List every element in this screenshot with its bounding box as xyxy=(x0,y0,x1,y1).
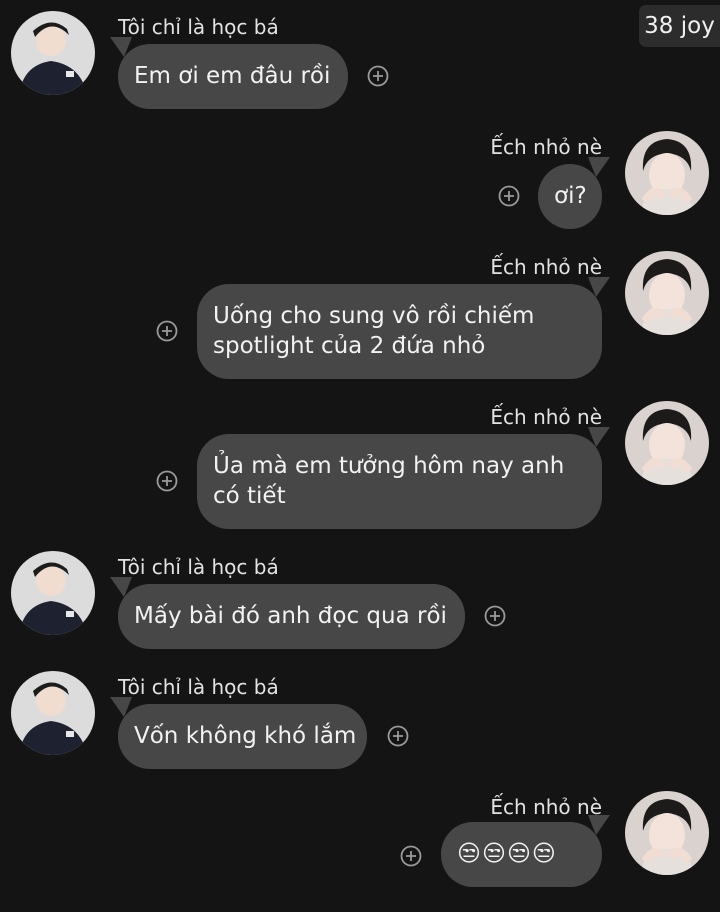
bubble-tail xyxy=(588,157,610,177)
avatar[interactable] xyxy=(625,131,709,215)
message-bubble[interactable]: 😒😒😒😒 xyxy=(441,815,610,887)
sender-name: Ếch nhỏ nè xyxy=(490,255,602,279)
message-row: Ếch nhỏ nè Ủa mà em tưởng hôm nay anh có… xyxy=(0,401,720,531)
sender-name: Ếch nhỏ nè xyxy=(490,405,602,429)
message-bubble[interactable]: ơi? xyxy=(538,157,610,229)
sender-name: Tôi chỉ là học bá xyxy=(118,555,279,579)
plus-circle-icon[interactable] xyxy=(400,845,422,867)
sender-name: Ếch nhỏ nè xyxy=(490,135,602,159)
message-row: Tôi chỉ là học bá Em ơi em đâu rồi xyxy=(0,0,720,112)
message-row: Ếch nhỏ nè ơi? xyxy=(0,131,720,231)
avatar[interactable] xyxy=(625,251,709,335)
message-text: Mấy bài đó anh đọc qua rồi xyxy=(134,603,447,629)
sender-name: Tôi chỉ là học bá xyxy=(118,15,279,39)
bubble-tail xyxy=(588,427,610,447)
avatar[interactable] xyxy=(625,791,709,875)
sender-name: Ếch nhỏ nè xyxy=(490,795,602,819)
plus-circle-icon[interactable] xyxy=(498,185,520,207)
plus-circle-icon[interactable] xyxy=(367,65,389,87)
bubble-tail xyxy=(110,577,132,597)
bubble-tail xyxy=(588,277,610,297)
message-row: Tôi chỉ là học bá Mấy bài đó anh đọc qua… xyxy=(0,540,720,652)
message-text: Uống cho sung vô rồi chiếm spotlight của… xyxy=(213,303,535,359)
avatar[interactable] xyxy=(11,671,95,755)
plus-circle-icon[interactable] xyxy=(156,470,178,492)
plus-circle-icon[interactable] xyxy=(156,320,178,342)
message-row: Ếch nhỏ nè Uống cho sung vô rồi chiếm sp… xyxy=(0,251,720,381)
sender-name: Tôi chỉ là học bá xyxy=(118,675,279,699)
message-bubble[interactable]: Em ơi em đâu rồi xyxy=(110,37,348,109)
message-text: ơi? xyxy=(554,183,587,209)
message-row: Tôi chỉ là học bá Vốn không khó lắm xyxy=(0,660,720,772)
message-bubble[interactable]: Vốn không khó lắm xyxy=(110,697,367,769)
message-row: Ếch nhỏ nè 😒😒😒😒 xyxy=(0,791,720,891)
message-text: Ủa mà em tưởng hôm nay anh có tiết xyxy=(213,453,565,509)
bubble-tail xyxy=(588,815,610,835)
message-bubble[interactable]: Mấy bài đó anh đọc qua rồi xyxy=(110,577,465,649)
plus-circle-icon[interactable] xyxy=(484,605,506,627)
plus-circle-icon[interactable] xyxy=(387,725,409,747)
message-bubble[interactable]: Ủa mà em tưởng hôm nay anh có tiết xyxy=(197,427,610,529)
avatar[interactable] xyxy=(625,401,709,485)
bubble-tail xyxy=(110,37,132,57)
message-text: Em ơi em đâu rồi xyxy=(134,63,331,89)
bubble-tail xyxy=(110,697,132,717)
message-text: 😒😒😒😒 xyxy=(457,841,557,867)
message-bubble[interactable]: Uống cho sung vô rồi chiếm spotlight của… xyxy=(197,277,610,379)
avatar[interactable] xyxy=(11,11,95,95)
avatar[interactable] xyxy=(11,551,95,635)
message-text: Vốn không khó lắm xyxy=(134,723,357,749)
